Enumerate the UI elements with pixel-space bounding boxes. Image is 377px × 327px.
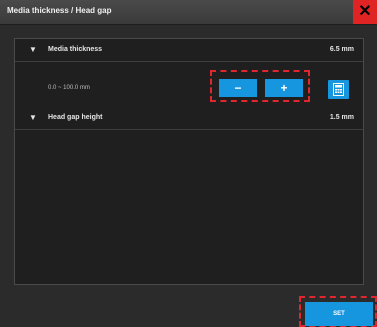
dialog-title: Media thickness / Head gap	[7, 6, 112, 15]
head-gap-label: Head gap height	[48, 114, 103, 121]
increment-button[interactable]: +	[265, 79, 303, 97]
settings-panel: ▼ Media thickness 6.5 mm 0.0 ~ 100.0 mm …	[14, 38, 364, 285]
title-bar: Media thickness / Head gap ✕	[0, 0, 377, 25]
decrement-button[interactable]: −	[219, 79, 257, 97]
thickness-stepper: − +	[210, 70, 310, 102]
media-thickness-row[interactable]: ▼ Media thickness 6.5 mm	[15, 39, 363, 62]
set-button[interactable]: SET	[305, 302, 373, 326]
close-icon: ✕	[358, 3, 372, 20]
plus-icon: +	[280, 81, 288, 95]
media-thickness-range: 0.0 ~ 100.0 mm	[48, 85, 90, 91]
set-button-highlight: SET	[299, 296, 377, 327]
media-thickness-label: Media thickness	[48, 46, 103, 53]
expand-triangle-icon: ▼	[29, 45, 37, 54]
media-thickness-value: 6.5 mm	[329, 46, 354, 53]
minus-icon: −	[234, 81, 242, 95]
calculator-button[interactable]	[328, 80, 349, 99]
head-gap-row[interactable]: ▼ Head gap height 1.5 mm	[15, 107, 363, 130]
close-button[interactable]: ✕	[353, 0, 377, 24]
expand-triangle-icon: ▼	[29, 113, 37, 122]
media-thickness-dialog: Media thickness / Head gap ✕ ▼ Media thi…	[0, 0, 377, 327]
head-gap-value: 1.5 mm	[329, 114, 354, 121]
calculator-icon	[333, 83, 344, 96]
